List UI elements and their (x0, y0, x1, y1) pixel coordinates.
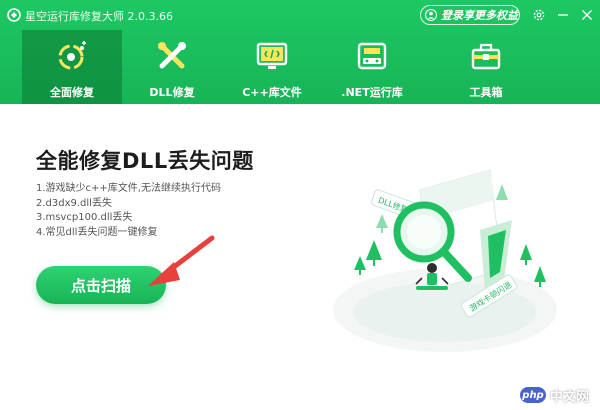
list-item: 3.msvcp100.dll丢失 (36, 212, 133, 223)
minimize-icon (558, 14, 568, 16)
gear-icon (533, 9, 545, 21)
dll-tools-icon (158, 42, 186, 69)
tab-label: 工具箱 (469, 86, 503, 99)
net-runtime-icon (357, 42, 387, 70)
close-button[interactable] (580, 8, 594, 22)
tab-label: .NET运行库 (341, 86, 403, 99)
app-logo-icon (7, 8, 21, 22)
list-item: 1.游戏缺少c++库文件,无法继续执行代码 (36, 183, 221, 194)
full-repair-icon (58, 41, 86, 70)
tab-label: C++库文件 (242, 86, 302, 99)
login-label: 登录享更多权益 (441, 9, 518, 22)
watermark: php 中文网 (520, 384, 600, 406)
tab-label: 全面修复 (50, 86, 94, 99)
settings-button[interactable] (532, 8, 546, 22)
repair-illustration: DLL修复 游戏卡顿闪退 (333, 169, 557, 352)
login-button[interactable]: 登录享更多权益 (420, 5, 520, 25)
tab-full-repair[interactable]: 全面修复 (22, 30, 122, 104)
list-item: 2.d3dx9.dll丢失 (36, 197, 112, 209)
watermark-logo: php (520, 387, 546, 403)
watermark-text: 中文网 (550, 389, 590, 405)
close-icon (582, 10, 592, 20)
app-title: 星空运行库修复大师 2.0.3.66 (25, 10, 173, 23)
tab-label: DLL修复 (149, 86, 195, 99)
user-icon (425, 9, 437, 21)
app-header: 星空运行库修复大师 2.0.3.66 登录享更多权益 全面修复 DLL修复 C+… (0, 0, 600, 104)
red-arrow-annotation (148, 235, 215, 286)
tab-net-runtime[interactable]: .NET运行库 (322, 30, 422, 104)
tab-toolbox[interactable]: 工具箱 (436, 30, 536, 104)
tab-dll-repair[interactable]: DLL修复 (122, 30, 222, 104)
toolbox-icon (471, 43, 501, 70)
tab-cpp-library[interactable]: C++库文件 (222, 30, 322, 104)
code-monitor-icon (256, 42, 288, 69)
title-bar: 星空运行库修复大师 2.0.3.66 登录享更多权益 (0, 0, 600, 30)
minimize-button[interactable] (556, 8, 570, 22)
page-title: 全能修复DLL丢失问题 (36, 149, 254, 173)
